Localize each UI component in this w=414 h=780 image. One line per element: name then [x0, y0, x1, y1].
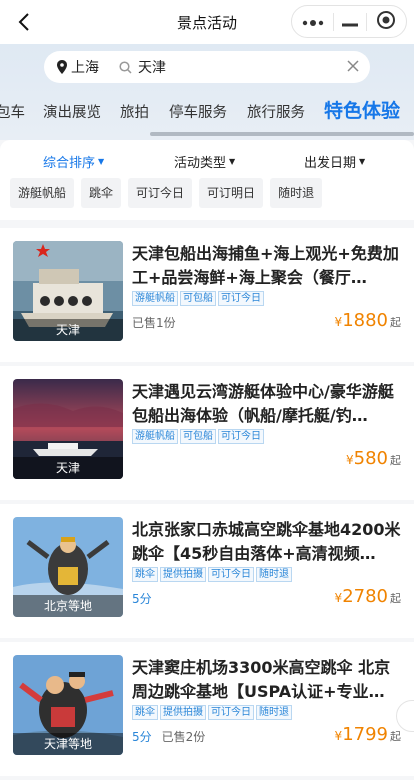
caret-down-icon: ▼ [359, 157, 366, 166]
tag-row: 跳伞 提供拍摄 可订今日 随时退 [132, 705, 294, 720]
filter-panel: 综合排序 ▼ 活动类型 ▼ 出发日期 ▼ 游艇帆船 跳伞 可订今日 可订明日 随时退 [0, 140, 414, 220]
list-item[interactable]: 天津 天津包船出海捕鱼+海上观光+免费加工+品尝海鲜+海上聚会（餐厅… 游艇帆船… [0, 228, 414, 362]
list-item[interactable]: 北京等地 北京张家口赤城高空跳伞基地4200米跳伞【45秒自由落体+高清视频… … [0, 504, 414, 638]
price: ¥2780 起 [335, 586, 401, 607]
capsule-divider [332, 12, 334, 31]
price-suffix: 起 [390, 730, 401, 743]
product-thumbnail: 天津 [13, 241, 123, 341]
product-title[interactable]: 天津包船出海捕鱼+海上观光+免费加工+品尝海鲜+海上聚会（餐厅… [132, 242, 402, 290]
price-suffix: 起 [390, 316, 401, 329]
sort-comprehensive[interactable]: 综合排序 ▼ [43, 152, 104, 171]
minimize-icon[interactable] [341, 12, 358, 31]
city-selector[interactable]: 上海 [57, 57, 99, 77]
price: ¥1880 起 [335, 310, 401, 331]
search-keyword: 天津 [138, 60, 166, 76]
category-scrollbar[interactable] [150, 132, 414, 136]
search-icon [119, 60, 132, 74]
price-value: 1799 [342, 724, 388, 745]
sales-info: 5分 [132, 590, 162, 607]
sold-count: 已售1份 [132, 316, 176, 330]
sort-departure-date[interactable]: 出发日期 ▼ [304, 152, 365, 171]
tag: 提供拍摄 [160, 567, 206, 582]
search-band: 上海 天津 包车 演出展览 旅拍 停车服务 旅行服务 特色体验 [0, 44, 414, 140]
chip-yacht[interactable]: 游艇帆船 [10, 178, 75, 208]
sort-label: 活动类型 [174, 156, 227, 171]
tab-shows[interactable]: 演出展览 [43, 101, 101, 122]
tag: 可订今日 [208, 567, 254, 582]
tag: 提供拍摄 [160, 705, 206, 720]
city-label: 上海 [71, 60, 99, 76]
location-caption: 北京等地 [13, 595, 123, 617]
tag: 游艇帆船 [132, 291, 178, 306]
tab-photo-trip[interactable]: 旅拍 [120, 101, 149, 122]
product-thumbnail: 天津等地 [13, 655, 123, 755]
rating-score: 5分 [132, 592, 152, 606]
location-caption: 天津 [13, 457, 123, 479]
price-value: 1880 [342, 310, 388, 331]
tag: 可订今日 [218, 291, 264, 306]
tag-row: 游艇帆船 可包船 可订今日 [132, 429, 266, 444]
price-value: 580 [353, 448, 388, 469]
tag-row: 游艇帆船 可包船 可订今日 [132, 291, 266, 306]
search-bar[interactable]: 上海 天津 [44, 51, 370, 83]
location-pin-icon [57, 60, 67, 74]
product-title[interactable]: 北京张家口赤城高空跳伞基地4200米跳伞【45秒自由落体+高清视频… [132, 518, 402, 566]
rating-score: 5分 [132, 730, 152, 744]
tag: 可包船 [180, 291, 216, 306]
category-tabs: 包车 演出展览 旅拍 停车服务 旅行服务 特色体验 [0, 96, 414, 128]
sales-info: 5分 已售2份 [132, 728, 205, 745]
sold-count: 已售2份 [161, 730, 206, 744]
clear-button[interactable] [347, 60, 359, 76]
close-target-icon[interactable] [376, 10, 396, 34]
tag: 游艇帆船 [132, 429, 178, 444]
search-input[interactable]: 天津 [119, 57, 166, 77]
list-item[interactable]: 天津 天津遇见云湾游艇体验中心/豪华游艇包船出海体验（帆船/摩托艇/钓… 游艇帆… [0, 366, 414, 500]
close-icon [347, 60, 359, 72]
tab-chartered-car[interactable]: 包车 [0, 101, 25, 122]
quick-filter-chips: 游艇帆船 跳伞 可订今日 可订明日 随时退 [10, 178, 329, 208]
sort-label: 综合排序 [43, 156, 96, 171]
price: ¥1799 起 [335, 724, 401, 745]
tab-travel-service[interactable]: 旅行服务 [247, 101, 305, 122]
sort-activity-type[interactable]: 活动类型 ▼ [174, 152, 235, 171]
location-caption: 天津等地 [13, 733, 123, 755]
currency-symbol: ¥ [346, 453, 354, 467]
tag: 可订今日 [218, 429, 264, 444]
chip-skydiving[interactable]: 跳伞 [81, 178, 122, 208]
price-value: 2780 [342, 586, 388, 607]
caret-down-icon: ▼ [98, 157, 105, 166]
list-item[interactable]: 天津等地 天津窦庄机场3300米高空跳伞 北京周边跳伞基地【USPA认证+专业…… [0, 642, 414, 776]
location-caption: 天津 [13, 319, 123, 341]
top-bar: 景点活动 [0, 0, 414, 44]
price-suffix: 起 [390, 454, 401, 467]
chip-book-today[interactable]: 可订今日 [128, 178, 193, 208]
tag: 跳伞 [132, 705, 158, 720]
chip-book-tomorrow[interactable]: 可订明日 [199, 178, 264, 208]
more-icon[interactable] [302, 12, 324, 31]
product-thumbnail: 天津 [13, 379, 123, 479]
tag-row: 跳伞 提供拍摄 可订今日 随时退 [132, 567, 294, 582]
product-title[interactable]: 天津窦庄机场3300米高空跳伞 北京周边跳伞基地【USPA认证+专业… [132, 656, 402, 704]
tag: 随时退 [256, 567, 292, 582]
product-title[interactable]: 天津遇见云湾游艇体验中心/豪华游艇包船出海体验（帆船/摩托艇/钓… [132, 380, 402, 428]
product-thumbnail: 北京等地 [13, 517, 123, 617]
tag: 可包船 [180, 429, 216, 444]
price-suffix: 起 [390, 592, 401, 605]
price: ¥580 起 [346, 448, 401, 469]
capsule-divider [366, 12, 368, 31]
sort-label: 出发日期 [304, 156, 357, 171]
caret-down-icon: ▼ [229, 157, 236, 166]
tag: 随时退 [256, 705, 292, 720]
tab-parking[interactable]: 停车服务 [169, 101, 227, 122]
tag: 跳伞 [132, 567, 158, 582]
tag: 可订今日 [208, 705, 254, 720]
chip-free-cancel[interactable]: 随时退 [270, 178, 323, 208]
sales-info: 已售1份 [132, 314, 176, 331]
miniapp-capsule [291, 5, 407, 38]
tab-featured-experience[interactable]: 特色体验 [324, 96, 400, 123]
